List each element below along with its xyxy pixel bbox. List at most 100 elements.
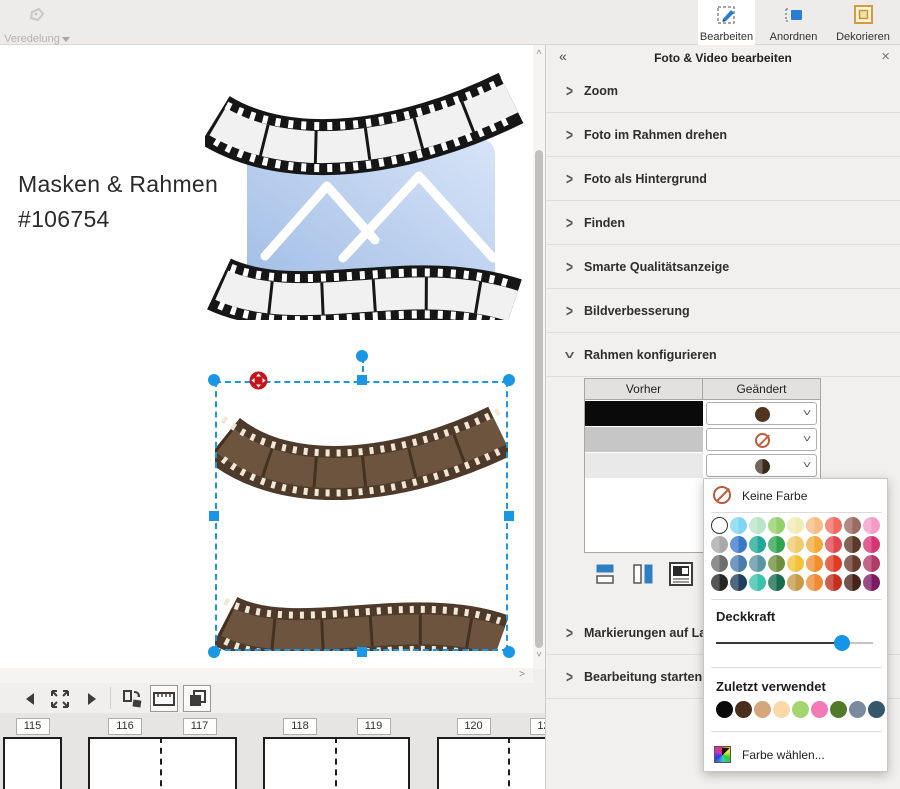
resize-handle-s[interactable]	[357, 647, 367, 657]
palette-color-swatch[interactable]	[806, 574, 823, 591]
recent-color-swatch[interactable]	[811, 701, 828, 718]
palette-color-swatch[interactable]	[749, 555, 766, 572]
palette-color-swatch[interactable]	[711, 517, 728, 534]
scroll-down-icon[interactable]: >	[534, 648, 544, 660]
page-thumbnail-119[interactable]	[337, 737, 410, 789]
palette-color-swatch[interactable]	[863, 517, 880, 534]
prev-page-button[interactable]	[16, 685, 44, 712]
palette-color-swatch[interactable]	[711, 536, 728, 553]
palette-color-swatch[interactable]	[825, 555, 842, 572]
after-color-dropdown[interactable]: >	[706, 402, 817, 425]
page-number-tab[interactable]: 120	[457, 718, 491, 735]
palette-color-swatch[interactable]	[787, 536, 804, 553]
resize-handle-se[interactable]	[503, 646, 515, 658]
palette-color-swatch[interactable]	[749, 574, 766, 591]
page-number-tab[interactable]: 116	[108, 718, 142, 735]
section-foto-als-hintergrund[interactable]: >Foto als Hintergrund	[546, 158, 900, 201]
canvas-vertical-scrollbar[interactable]: > >	[533, 45, 545, 669]
recent-color-swatch[interactable]	[868, 701, 885, 718]
canvas-horizontal-scrollbar[interactable]: >	[0, 668, 533, 683]
palette-color-swatch[interactable]	[768, 536, 785, 553]
page-thumbnail-115[interactable]	[3, 737, 62, 789]
palette-color-swatch[interactable]	[768, 574, 785, 591]
resize-handle-n[interactable]	[357, 375, 367, 385]
recent-color-swatch[interactable]	[716, 701, 733, 718]
page-number-tab[interactable]: 117	[183, 718, 217, 735]
palette-color-swatch[interactable]	[844, 555, 861, 572]
palette-color-swatch[interactable]	[863, 536, 880, 553]
recent-color-swatch[interactable]	[792, 701, 809, 718]
palette-color-swatch[interactable]	[711, 555, 728, 572]
page-thumbnail-120[interactable]	[437, 737, 510, 789]
after-color-dropdown[interactable]: >	[706, 454, 817, 477]
recent-color-swatch[interactable]	[773, 701, 790, 718]
palette-color-swatch[interactable]	[844, 536, 861, 553]
palette-color-swatch[interactable]	[806, 517, 823, 534]
frame-style-button[interactable]	[666, 555, 696, 593]
page-number-tab[interactable]: 119	[357, 718, 391, 735]
flip-horizontal-button[interactable]	[628, 555, 658, 593]
page-number-tab[interactable]: 118	[283, 718, 317, 735]
resize-handle-nw[interactable]	[208, 374, 220, 386]
scroll-right-icon[interactable]: >	[519, 669, 525, 680]
page-thumbnail-117[interactable]	[162, 737, 237, 789]
resize-handle-e[interactable]	[504, 511, 514, 521]
palette-color-swatch[interactable]	[825, 574, 842, 591]
palette-color-swatch[interactable]	[749, 536, 766, 553]
recent-color-swatch[interactable]	[830, 701, 847, 718]
palette-color-swatch[interactable]	[768, 517, 785, 534]
swap-pages-button[interactable]	[118, 685, 146, 712]
palette-color-swatch[interactable]	[730, 536, 747, 553]
page-number-tab[interactable]: 115	[16, 718, 50, 735]
resize-handle-ne[interactable]	[503, 374, 515, 386]
scroll-up-icon[interactable]: >	[534, 46, 544, 58]
filmstrip-frame-preview[interactable]	[205, 58, 525, 325]
recent-color-swatch[interactable]	[735, 701, 752, 718]
fit-view-button[interactable]	[46, 685, 74, 712]
palette-color-swatch[interactable]	[749, 517, 766, 534]
tab-dekorieren[interactable]: Dekorieren	[831, 0, 895, 45]
palette-color-swatch[interactable]	[787, 555, 804, 572]
page-thumbnail-118[interactable]	[263, 737, 337, 789]
palette-color-swatch[interactable]	[711, 574, 728, 591]
palette-color-swatch[interactable]	[730, 555, 747, 572]
next-page-button[interactable]	[78, 685, 106, 712]
vscroll-thumb[interactable]	[535, 150, 543, 648]
page-thumbnail-116[interactable]	[88, 737, 162, 789]
resize-handle-w[interactable]	[209, 511, 219, 521]
tab-bearbeiten[interactable]: Bearbeiten	[698, 0, 755, 45]
section-zoom[interactable]: >Zoom	[546, 70, 900, 113]
editor-canvas[interactable]: Masken & Rahmen #106754	[0, 45, 533, 668]
close-panel-icon[interactable]: ×	[881, 48, 890, 65]
palette-color-swatch[interactable]	[768, 555, 785, 572]
palette-color-swatch[interactable]	[844, 574, 861, 591]
rotate-handle[interactable]	[356, 350, 368, 362]
veredelung-button[interactable]: Veredelung	[4, 2, 70, 44]
palette-color-swatch[interactable]	[825, 517, 842, 534]
slider-knob[interactable]	[834, 635, 850, 651]
recent-color-swatch[interactable]	[849, 701, 866, 718]
section-foto-im-rahmen-drehen[interactable]: >Foto im Rahmen drehen	[546, 114, 900, 157]
tab-anordnen[interactable]: Anordnen	[762, 0, 825, 45]
opacity-slider[interactable]	[716, 634, 873, 652]
resize-handle-sw[interactable]	[208, 646, 220, 658]
no-color-option[interactable]: Keine Farbe	[704, 483, 887, 509]
section-finden[interactable]: >Finden	[546, 202, 900, 245]
ruler-toggle-button[interactable]	[150, 685, 178, 712]
palette-color-swatch[interactable]	[863, 555, 880, 572]
palette-color-swatch[interactable]	[863, 574, 880, 591]
after-color-dropdown[interactable]: >	[706, 428, 817, 451]
palette-color-swatch[interactable]	[787, 574, 804, 591]
palette-color-swatch[interactable]	[730, 574, 747, 591]
choose-color-option[interactable]: Farbe wählen...	[704, 741, 887, 769]
palette-color-swatch[interactable]	[806, 536, 823, 553]
section-rahmen-konfigurieren[interactable]: >Rahmen konfigurieren	[546, 334, 900, 377]
canvas-caption-text[interactable]: Masken & Rahmen #106754	[18, 167, 218, 237]
palette-color-swatch[interactable]	[730, 517, 747, 534]
move-handle[interactable]	[249, 371, 268, 390]
selected-object[interactable]	[215, 381, 508, 651]
palette-color-swatch[interactable]	[844, 517, 861, 534]
palette-color-swatch[interactable]	[806, 555, 823, 572]
spread-view-button[interactable]	[183, 685, 211, 712]
section-bildverbesserung[interactable]: >Bildverbesserung	[546, 290, 900, 333]
